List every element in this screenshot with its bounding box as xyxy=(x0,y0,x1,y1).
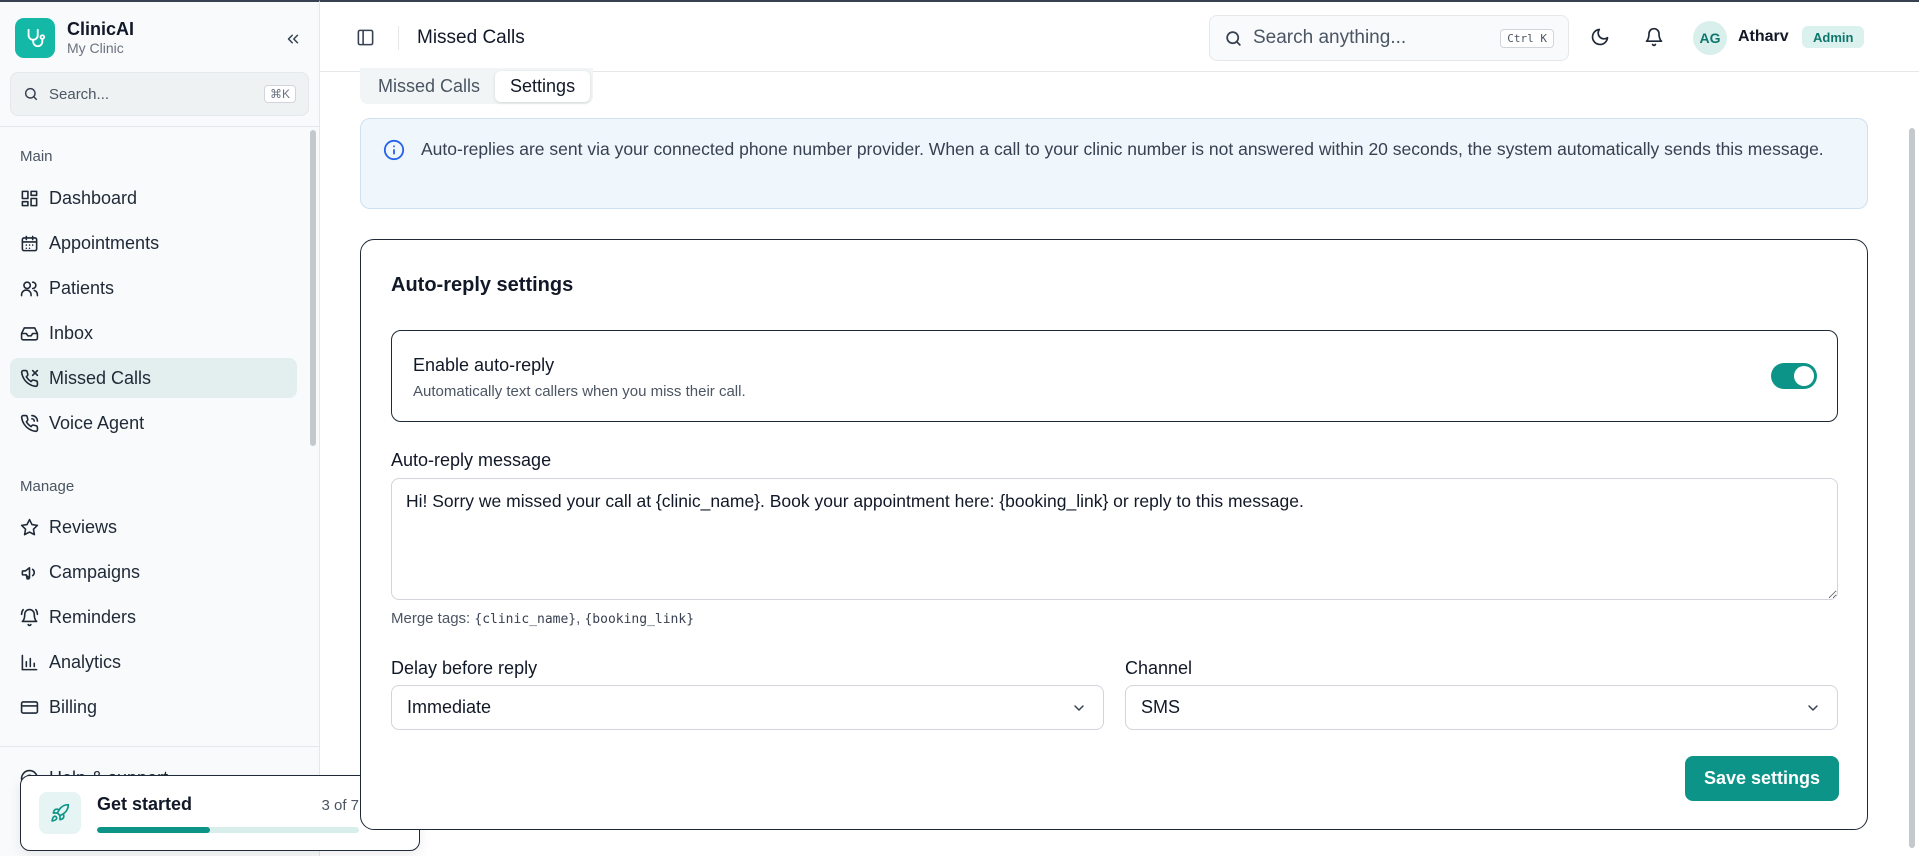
tab-settings[interactable]: Settings xyxy=(495,70,591,102)
sidebar-item-label: Missed Calls xyxy=(49,367,152,388)
sidebar-item-label: Campaigns xyxy=(49,561,141,582)
search-icon xyxy=(24,87,38,101)
sidebar-divider xyxy=(0,126,319,127)
clinic-name: My Clinic xyxy=(67,40,124,56)
brand[interactable]: ClinicAI My Clinic xyxy=(15,18,134,58)
card-title: Auto-reply settings xyxy=(391,274,574,296)
header-separator xyxy=(398,26,399,50)
sidebar-item-dashboard[interactable]: Dashboard xyxy=(10,178,297,218)
search-icon xyxy=(1226,30,1241,46)
merge-tags-prefix: Merge tags: xyxy=(391,610,475,627)
users-icon xyxy=(20,280,39,296)
enable-auto-reply-toggle[interactable] xyxy=(1771,363,1817,389)
global-search-shortcut: Ctrl K xyxy=(1500,28,1554,48)
info-banner: Auto-replies are sent via your connected… xyxy=(360,118,1868,209)
sidebar-item-patients[interactable]: Patients xyxy=(10,268,297,308)
sidebar-item-label: Inbox xyxy=(49,322,94,343)
bell-icon xyxy=(1645,27,1663,47)
sidebar-item-label: Analytics xyxy=(49,651,122,672)
brand-name: ClinicAI xyxy=(67,19,135,39)
top-header: Missed Calls Search anything... Ctrl K A… xyxy=(320,0,1919,72)
phone-missed-icon xyxy=(20,369,39,387)
get-started-progress xyxy=(97,826,359,833)
tab-list: Missed Calls Settings xyxy=(360,68,594,104)
chevron-down-icon xyxy=(1808,704,1818,711)
inbox-icon xyxy=(20,326,39,341)
auto-reply-message-textarea[interactable]: Hi! Sorry we missed your call at {clinic… xyxy=(391,478,1838,600)
rocket-icon xyxy=(39,792,81,834)
channel-select-value: SMS xyxy=(1141,697,1181,717)
sidebar-search-placeholder: Search... xyxy=(49,85,110,103)
search-shortcut: ⌘K xyxy=(263,85,296,103)
calendar-icon xyxy=(21,235,38,251)
merge-tags-hint: Merge tags: {clinic_name}, {booking_link… xyxy=(391,610,694,627)
auto-reply-message-label: Auto-reply message xyxy=(391,450,552,470)
channel-select[interactable]: SMS xyxy=(1125,685,1838,730)
dashboard-icon xyxy=(21,190,38,206)
sidebar-item-reminders[interactable]: Reminders xyxy=(10,597,297,637)
delay-select[interactable]: Immediate xyxy=(391,685,1104,730)
get-started-progress-fill xyxy=(97,826,210,833)
sidebar-search-input[interactable]: Search... ⌘K xyxy=(10,72,309,116)
global-search-placeholder: Search anything... xyxy=(1253,27,1407,48)
section-label-main: Main xyxy=(20,148,53,165)
stethoscope-icon xyxy=(15,18,55,58)
sidebar-panel-icon xyxy=(357,29,374,46)
sidebar-item-label: Dashboard xyxy=(49,187,138,208)
auto-reply-settings-card: Auto-reply settings Enable auto-reply Au… xyxy=(360,239,1868,830)
bar-chart-icon xyxy=(21,654,38,670)
credit-card-icon xyxy=(20,700,39,714)
main-scrollbar[interactable] xyxy=(1909,128,1915,848)
star-icon xyxy=(20,518,39,535)
sidebar-item-label: Voice Agent xyxy=(49,412,145,433)
merge-tag-clinic-name: {clinic_name} xyxy=(474,612,577,627)
sidebar-item-campaigns[interactable]: Campaigns xyxy=(10,552,297,592)
megaphone-icon xyxy=(21,566,35,580)
delay-select-value: Immediate xyxy=(407,697,492,717)
toggle-knob xyxy=(1794,366,1814,386)
save-settings-button[interactable]: Save settings xyxy=(1685,756,1839,801)
page-title: Missed Calls xyxy=(417,27,525,48)
get-started-title: Get started xyxy=(97,793,193,814)
chevrons-left-icon xyxy=(287,34,299,44)
sidebar-item-label: Patients xyxy=(49,277,115,298)
toggle-sidebar-button[interactable] xyxy=(356,28,375,52)
get-started-count: 3 of 7 xyxy=(321,796,359,814)
role-badge: Admin xyxy=(1802,26,1865,48)
sidebar-item-inbox[interactable]: Inbox xyxy=(10,313,297,353)
sidebar-item-appointments[interactable]: Appointments xyxy=(10,223,297,263)
info-banner-text: Auto-replies are sent via your connected… xyxy=(421,139,1824,159)
info-icon xyxy=(383,139,405,161)
sidebar: ClinicAI My Clinic Search... ⌘K Main Das… xyxy=(0,0,320,856)
notifications-button[interactable] xyxy=(1644,27,1664,52)
sidebar-divider xyxy=(0,746,319,747)
enable-auto-reply-title: Enable auto-reply xyxy=(413,355,555,375)
moon-icon xyxy=(1591,28,1609,46)
sidebar-item-voice-agent[interactable]: Voice Agent xyxy=(10,403,297,443)
channel-label: Channel xyxy=(1125,658,1193,678)
avatar[interactable]: AG xyxy=(1693,21,1727,55)
enable-auto-reply-row: Enable auto-reply Automatically text cal… xyxy=(391,330,1838,422)
sidebar-item-reviews[interactable]: Reviews xyxy=(10,507,297,547)
theme-toggle-button[interactable] xyxy=(1590,27,1610,52)
user-name[interactable]: Atharv xyxy=(1738,28,1789,46)
global-search-input[interactable]: Search anything... Ctrl K xyxy=(1209,15,1569,61)
merge-tag-booking-link: {booking_link} xyxy=(584,612,695,627)
sidebar-item-label: Reviews xyxy=(49,516,118,537)
collapse-sidebar-button[interactable] xyxy=(282,28,304,50)
sidebar-item-billing[interactable]: Billing xyxy=(10,687,297,727)
bell-ring-icon xyxy=(20,608,39,626)
chevron-down-icon xyxy=(1074,704,1084,711)
sidebar-item-label: Appointments xyxy=(49,232,160,253)
delay-label: Delay before reply xyxy=(391,658,538,678)
enable-auto-reply-description: Automatically text callers when you miss… xyxy=(413,383,746,400)
sidebar-scrollbar[interactable] xyxy=(310,130,316,446)
tab-missed-calls[interactable]: Missed Calls xyxy=(363,71,495,102)
sidebar-item-missed-calls[interactable]: Missed Calls xyxy=(10,358,297,398)
section-label-manage: Manage xyxy=(20,478,75,495)
phone-call-icon xyxy=(20,414,39,432)
sidebar-item-analytics[interactable]: Analytics xyxy=(10,642,297,682)
sidebar-item-label: Billing xyxy=(49,696,98,717)
sidebar-item-label: Reminders xyxy=(49,606,137,627)
